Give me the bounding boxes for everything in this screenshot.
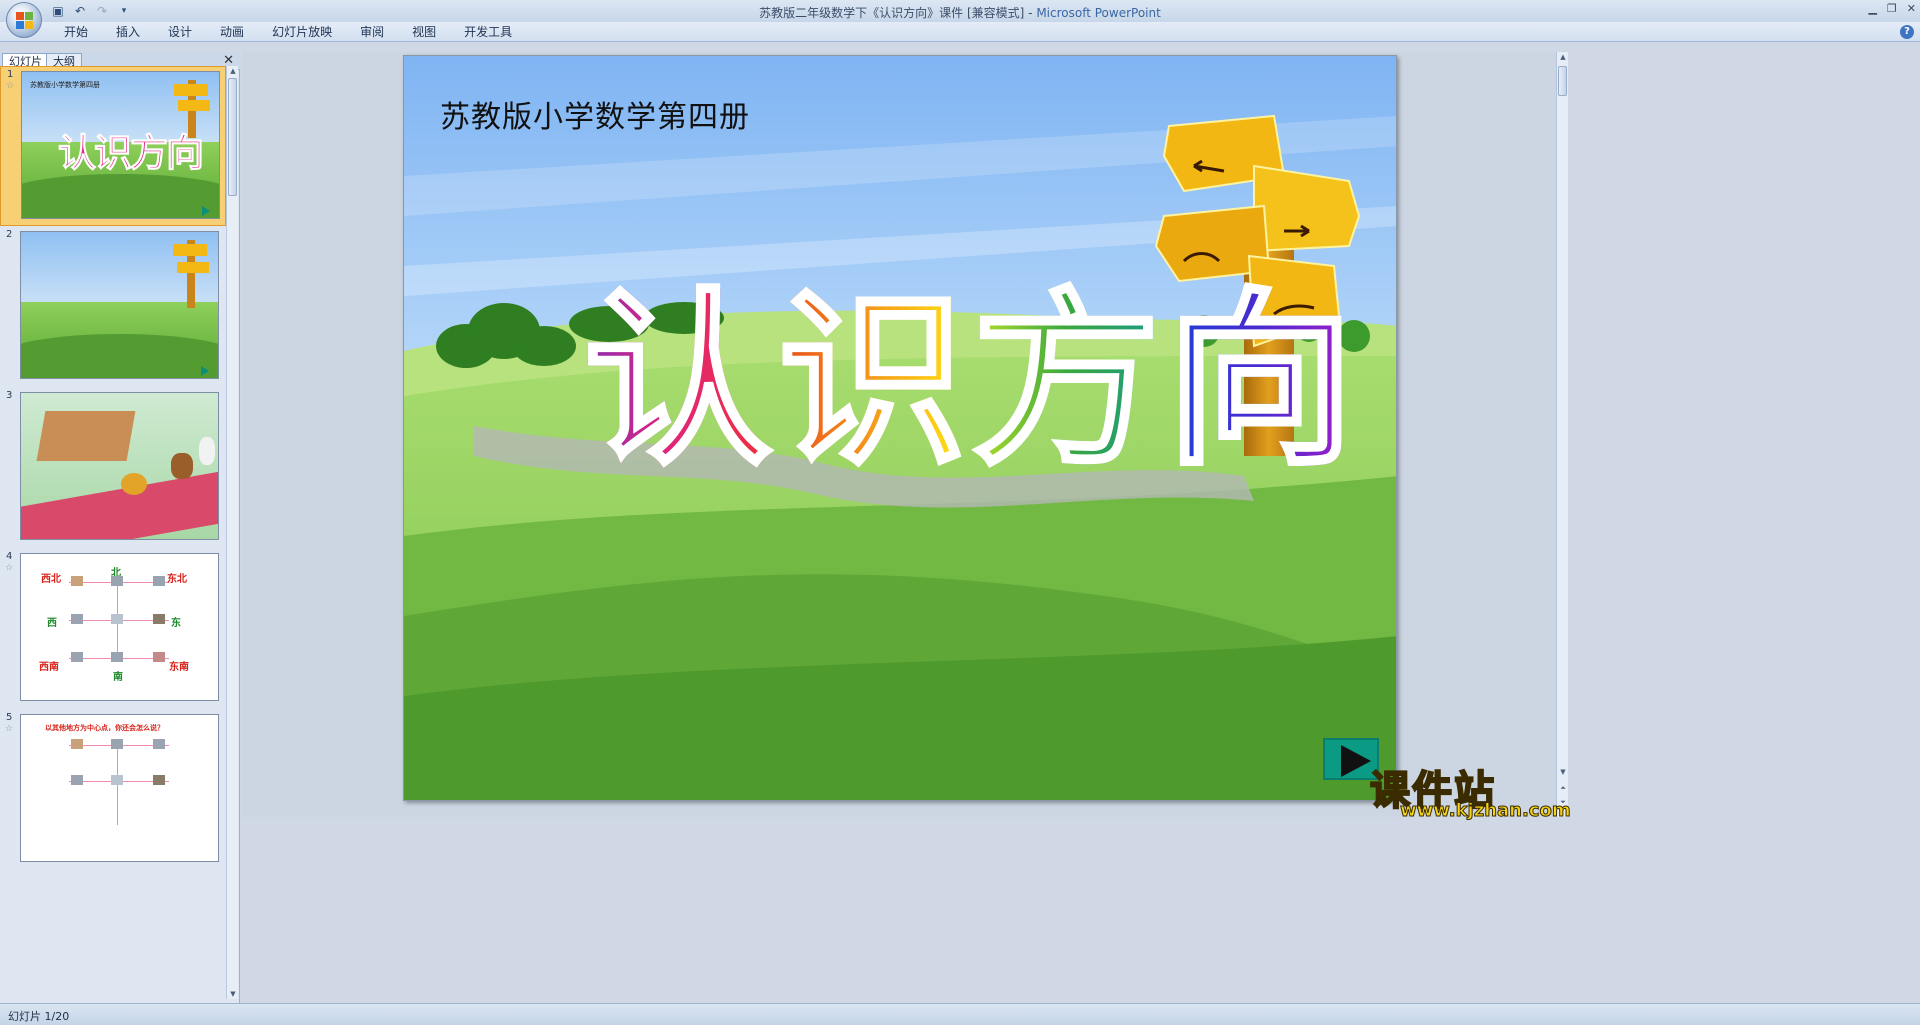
thumbnail-caption: 苏教版小学数学第四册 (30, 81, 100, 89)
thumbnail-title: 认识方向 (57, 131, 204, 176)
thumbnail-scrollbar[interactable]: ▲ ▼ (226, 66, 238, 999)
document-name: 苏教版二年级数学下《认识方向》课件 [兼容模式] - (759, 6, 1037, 20)
thumbnail-caption: 以其他地方为中心点，你还会怎么说？ (45, 724, 164, 732)
canvas-scrollbar[interactable]: ▲ ▼ ⏶ ⏷ (1556, 52, 1568, 817)
animation-star-icon: ☆ (6, 81, 15, 91)
app-name: Microsoft PowerPoint (1036, 6, 1161, 20)
thumbnail-list: 1 ☆ 苏教版小学数学第四册 认识方向 2 3 4 ☆ 西北 北 东北 西 东 … (0, 66, 226, 999)
slide-thumbnail-5[interactable]: 5 ☆ 以其他地方为中心点，你还会怎么说？ (0, 710, 226, 870)
office-button[interactable] (6, 2, 42, 38)
title-bar: ▣ ↶ ↷ ▾ 苏教版二年级数学下《认识方向》课件 [兼容模式] - Micro… (0, 0, 1920, 22)
close-icon[interactable]: ✕ (1907, 2, 1916, 15)
label-northwest: 西北 (41, 574, 61, 585)
label-south: 南 (113, 672, 123, 683)
scroll-down-icon[interactable]: ▼ (228, 989, 238, 999)
current-slide[interactable]: 苏教版小学数学第四册 认 识 方 向 (403, 55, 1397, 801)
scroll-thumb[interactable] (1558, 66, 1567, 96)
slide-thumbnail-2[interactable]: 2 (0, 227, 226, 387)
label-southeast: 东南 (169, 662, 189, 673)
scroll-up-icon[interactable]: ▲ (1558, 52, 1568, 62)
slide-number: 3 (6, 390, 13, 401)
animation-star-icon: ☆ (5, 563, 14, 573)
thumbnail-image: 西北 北 东北 西 东 西南 南 东南 (20, 553, 219, 701)
thumbnail-image: 以其他地方为中心点，你还会怎么说？ (20, 714, 219, 862)
slide-subtitle[interactable]: 苏教版小学数学第四册 (440, 92, 750, 136)
maximize-icon[interactable]: ❐ (1887, 2, 1897, 15)
slide-number: 5 (6, 712, 13, 723)
slide-main-title[interactable]: 认 识 方 向 (582, 272, 1356, 491)
ribbon: 开始 插入 设计 动画 幻灯片放映 审阅 视图 开发工具 ? (0, 22, 1920, 42)
thumbnail-image (20, 231, 219, 379)
title-char-2: 识 (776, 272, 968, 491)
tab-design[interactable]: 设计 (154, 25, 206, 39)
tab-animations[interactable]: 动画 (206, 25, 258, 39)
slide-counter: 幻灯片 1/20 (8, 1010, 70, 1023)
slide-number: 2 (6, 229, 13, 240)
office-logo-icon (16, 12, 34, 30)
window-controls: ▁ ❐ ✕ (1868, 2, 1916, 15)
thumbnail-image (20, 392, 219, 540)
label-northeast: 东北 (167, 574, 187, 585)
tab-developer[interactable]: 开发工具 (450, 25, 526, 39)
slides-pane: 幻灯片 大纲 ✕ 1 ☆ 苏教版小学数学第四册 认识方向 2 3 4 ☆ 西北 … (0, 52, 240, 1003)
label-southwest: 西南 (39, 662, 59, 673)
tab-slideshow[interactable]: 幻灯片放映 (258, 25, 346, 39)
window-title: 苏教版二年级数学下《认识方向》课件 [兼容模式] - Microsoft Pow… (0, 4, 1920, 21)
title-char-1: 认 (582, 272, 774, 491)
status-bar: 幻灯片 1/20 (0, 1003, 1920, 1025)
slide-thumbnail-1[interactable]: 1 ☆ 苏教版小学数学第四册 认识方向 (0, 66, 226, 226)
watermark: 课件站 www.kjzhan.com (1369, 758, 1571, 822)
title-char-4: 向 (1164, 272, 1356, 491)
label-west: 西 (47, 618, 57, 629)
slide-number: 4 (6, 551, 13, 562)
tab-insert[interactable]: 插入 (102, 25, 154, 39)
minimize-icon[interactable]: ▁ (1868, 2, 1876, 15)
slide-number: 1 (7, 69, 14, 80)
watermark-url: www.kjzhan.com (1400, 800, 1572, 822)
slide-thumbnail-3[interactable]: 3 (0, 388, 226, 548)
title-char-3: 方 (970, 272, 1162, 491)
help-icon[interactable]: ? (1900, 25, 1914, 39)
tab-home[interactable]: 开始 (50, 25, 102, 39)
scroll-up-icon[interactable]: ▲ (228, 66, 238, 76)
animation-star-icon: ☆ (5, 724, 14, 734)
thumbnail-image: 苏教版小学数学第四册 认识方向 (21, 71, 220, 219)
tab-view[interactable]: 视图 (398, 25, 450, 39)
tab-review[interactable]: 审阅 (346, 25, 398, 39)
slide-thumbnail-4[interactable]: 4 ☆ 西北 北 东北 西 东 西南 南 东南 (0, 549, 226, 709)
scroll-thumb[interactable] (228, 78, 237, 196)
label-east: 东 (171, 618, 181, 629)
